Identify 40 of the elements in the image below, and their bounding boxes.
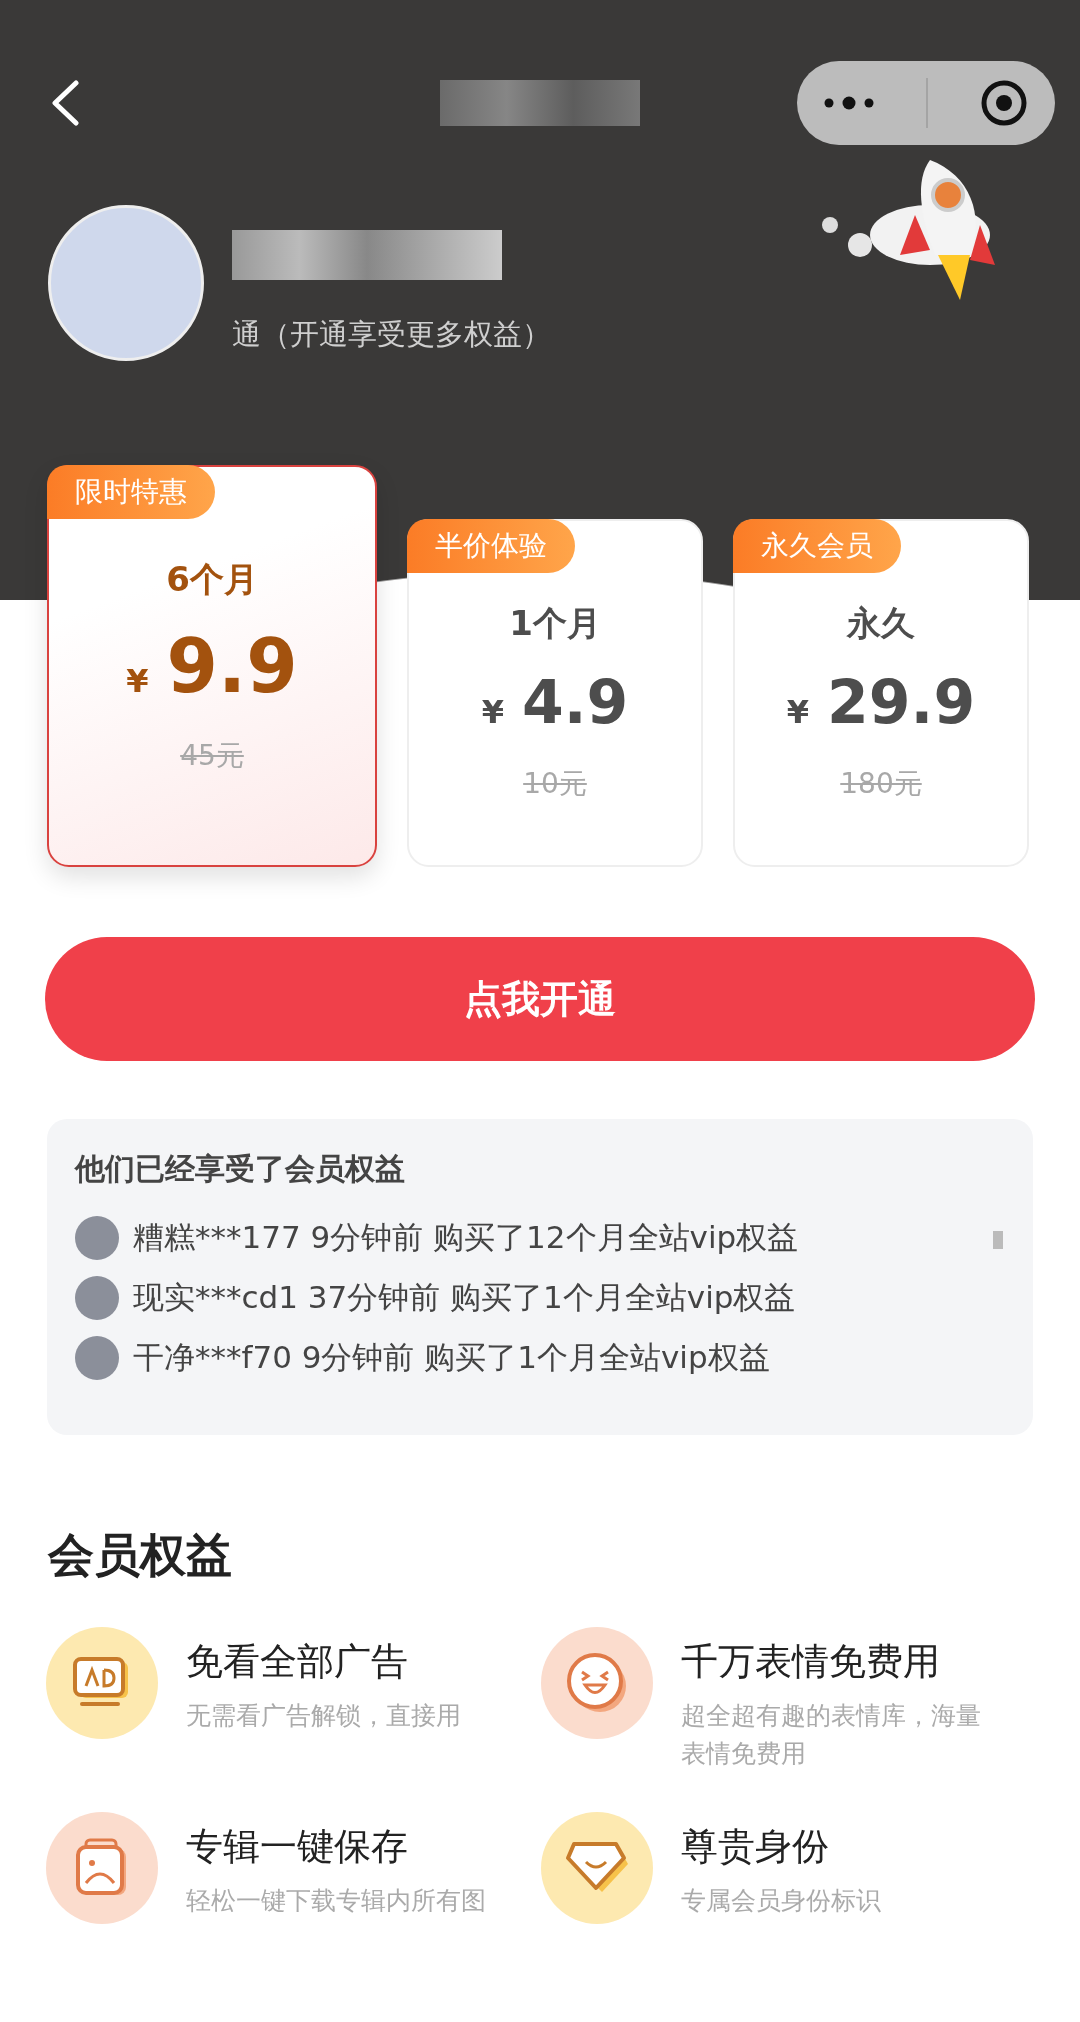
plan-card[interactable]: 半价体验 1个月 ¥ 4.9 10元 bbox=[407, 519, 703, 867]
original-price: 45元 bbox=[180, 738, 244, 774]
benefit-title: 千万表情免费用 bbox=[681, 1639, 941, 1685]
more-icon[interactable] bbox=[822, 95, 875, 110]
plan-price: 4.9 bbox=[522, 667, 629, 737]
purchase-record: 干净***f70 9分钟前 购买了1个月全站vip权益 bbox=[133, 1338, 770, 1377]
plan-price: 29.9 bbox=[827, 667, 976, 737]
original-price: 10元 bbox=[523, 766, 587, 802]
panel-title: 他们已经享受了会员权益 bbox=[75, 1150, 406, 1188]
currency-symbol: ¥ bbox=[786, 693, 810, 731]
original-price: 180元 bbox=[840, 766, 922, 802]
plan-duration: 6个月 bbox=[166, 558, 258, 601]
plan-duration: 1个月 bbox=[509, 602, 601, 645]
user-avatar bbox=[75, 1216, 119, 1260]
benefit-description: 轻松一键下载专辑内所有图 bbox=[186, 1885, 487, 1917]
plan-duration: 永久 bbox=[847, 602, 915, 645]
subscribe-button[interactable]: 点我开通 bbox=[45, 937, 1035, 1061]
purchase-record: 糟糕***177 9分钟前 购买了12个月全站vip权益 bbox=[133, 1218, 799, 1257]
benefit-title: 专辑一键保存 bbox=[186, 1824, 409, 1870]
plan-price: 9.9 bbox=[166, 623, 298, 709]
currency-symbol: ¥ bbox=[126, 662, 149, 700]
back-icon[interactable] bbox=[50, 79, 80, 126]
scroll-indicator bbox=[993, 1231, 1003, 1249]
benefit-title: 尊贵身份 bbox=[681, 1824, 830, 1870]
benefit-description: 超全超有趣的表情库，海量表情免费用 bbox=[681, 1700, 982, 1770]
membership-status: 通（开通享受更多权益） bbox=[232, 316, 551, 353]
purchase-record: 现实***cd1 37分钟前 购买了1个月全站vip权益 bbox=[133, 1278, 796, 1317]
laughing-face-icon bbox=[566, 1652, 628, 1714]
plan-badge: 永久会员 bbox=[733, 519, 901, 573]
plan-badge: 限时特惠 bbox=[47, 465, 215, 519]
user-avatar bbox=[75, 1336, 119, 1380]
section-title: 会员权益 bbox=[48, 1527, 233, 1584]
benefit-description: 无需看广告解锁，直接用 bbox=[186, 1700, 462, 1732]
plan-badge: 半价体验 bbox=[407, 519, 575, 573]
benefit-title: 免看全部广告 bbox=[186, 1639, 409, 1685]
benefit-description: 专属会员身份标识 bbox=[681, 1885, 882, 1917]
user-avatar bbox=[75, 1276, 119, 1320]
plan-card[interactable]: 限时特惠 6个月 ¥ 9.9 45元 bbox=[47, 465, 377, 867]
plan-card[interactable]: 永久会员 永久 ¥ 29.9 180元 bbox=[733, 519, 1029, 867]
currency-symbol: ¥ bbox=[481, 693, 504, 731]
